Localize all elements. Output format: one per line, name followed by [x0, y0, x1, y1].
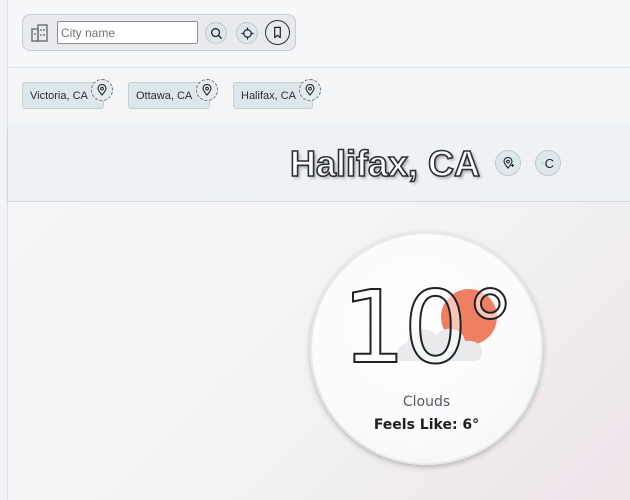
- pin-add-icon[interactable]: [196, 79, 218, 101]
- weather-condition: Clouds: [402, 394, 451, 410]
- bookmark-button[interactable]: [265, 20, 290, 45]
- favorite-chip-label: Ottawa, CA: [136, 89, 193, 102]
- crosshair-locate-icon: [240, 26, 254, 40]
- search-bar: [22, 14, 296, 51]
- favorite-chip-label: Halifax, CA: [241, 89, 297, 102]
- city-search-input[interactable]: [57, 21, 198, 44]
- city-building-icon: [30, 23, 50, 43]
- locate-button[interactable]: [236, 22, 258, 44]
- pin-add-icon[interactable]: [299, 79, 321, 101]
- city-title: Halifax, CA: [289, 142, 481, 185]
- weather-app: Victoria, CA Ottawa, CA Halifax, CA Hali…: [0, 0, 630, 500]
- feels-like-temperature: Feels Like: 6°: [373, 417, 480, 433]
- favorite-chip-label: Victoria, CA: [30, 89, 88, 102]
- temperature-unit-toggle[interactable]: C: [535, 150, 561, 176]
- search-icon: [210, 27, 222, 39]
- thermometer-icon: [542, 162, 544, 164]
- bookmark-icon: [274, 26, 281, 39]
- temperature-value: 10°: [341, 269, 516, 387]
- add-favorite-button[interactable]: [495, 150, 521, 176]
- pin-add-icon: [503, 157, 514, 169]
- pin-add-icon[interactable]: [91, 79, 113, 101]
- window-left-edge: [0, 0, 8, 500]
- search-button[interactable]: [205, 22, 227, 44]
- temperature-unit-label: C: [544, 155, 554, 171]
